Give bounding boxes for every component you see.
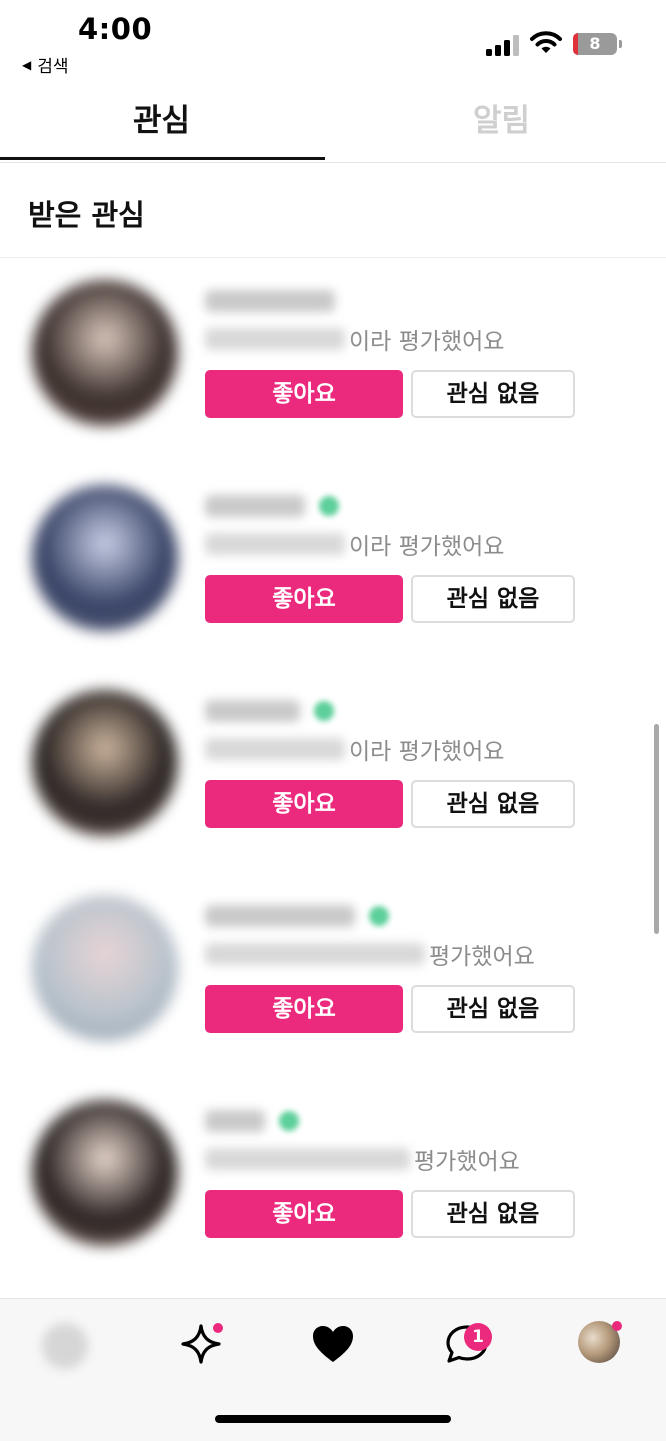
cellular-signal-icon bbox=[486, 34, 520, 56]
status-time: 4:00 bbox=[78, 12, 153, 46]
sparkle-nav-button[interactable] bbox=[176, 1319, 226, 1369]
back-label: 검색 bbox=[37, 57, 69, 77]
scrollbar[interactable] bbox=[654, 724, 659, 934]
blurred-text bbox=[205, 328, 345, 350]
avatar[interactable] bbox=[32, 690, 178, 836]
blurred-name bbox=[205, 905, 355, 927]
rating-line: 이라 평가했어요 bbox=[205, 322, 504, 356]
list-item[interactable]: 이라 평가했어요 좋아요 관심 없음 bbox=[0, 463, 666, 668]
rating-line: 평가했어요 bbox=[205, 937, 535, 971]
like-button[interactable]: 좋아요 bbox=[205, 1190, 403, 1238]
verified-badge-icon bbox=[314, 701, 334, 721]
blurred-name bbox=[205, 495, 305, 517]
notification-dot bbox=[213, 1323, 223, 1333]
status-bar: 4:00 ◀ 검색 8 bbox=[0, 0, 666, 82]
section-title: 받은 관심 bbox=[28, 198, 145, 232]
home-indicator bbox=[215, 1415, 451, 1423]
name-line bbox=[205, 903, 389, 929]
rating-text: 이라 평가했어요 bbox=[349, 534, 505, 560]
not-interested-button[interactable]: 관심 없음 bbox=[411, 1190, 575, 1238]
like-button[interactable]: 좋아요 bbox=[205, 985, 403, 1033]
rating-text: 평가했어요 bbox=[429, 944, 535, 970]
back-to-search-link[interactable]: ◀ 검색 bbox=[22, 52, 69, 77]
battery-icon: 8 bbox=[573, 33, 617, 55]
tab-bar: 관심 알림 bbox=[0, 82, 666, 163]
like-button[interactable]: 좋아요 bbox=[205, 780, 403, 828]
avatar[interactable] bbox=[32, 280, 178, 426]
heart-icon bbox=[313, 1326, 353, 1362]
tab-alerts[interactable]: 알림 bbox=[340, 82, 663, 160]
rating-text: 평가했어요 bbox=[414, 1149, 520, 1175]
name-line bbox=[205, 493, 339, 519]
rating-line: 이라 평가했어요 bbox=[205, 732, 504, 766]
triangle-left-icon: ◀ bbox=[22, 57, 32, 72]
rating-line: 평가했어요 bbox=[205, 1142, 520, 1176]
blurred-name bbox=[205, 1110, 265, 1132]
list-item[interactable]: 평가했어요 좋아요 관심 없음 bbox=[0, 1078, 666, 1283]
list-item[interactable]: 이라 평가했어요 좋아요 관심 없음 bbox=[0, 668, 666, 873]
active-tab-indicator bbox=[0, 157, 325, 160]
heart-nav-button[interactable] bbox=[308, 1319, 358, 1369]
blurred-text bbox=[205, 1148, 410, 1170]
like-button[interactable]: 좋아요 bbox=[205, 575, 403, 623]
home-icon[interactable] bbox=[40, 1319, 90, 1369]
name-line bbox=[205, 1108, 299, 1134]
battery-cap bbox=[619, 40, 622, 48]
avatar[interactable] bbox=[32, 1100, 178, 1246]
blurred-name bbox=[205, 290, 335, 312]
verified-badge-icon bbox=[279, 1111, 299, 1131]
verified-badge-icon bbox=[319, 496, 339, 516]
list-item[interactable]: 이라 평가했어요 좋아요 관심 없음 bbox=[0, 258, 666, 463]
not-interested-button[interactable]: 관심 없음 bbox=[411, 780, 575, 828]
chat-unread-badge: 1 bbox=[464, 1323, 492, 1351]
blurred-text bbox=[205, 533, 345, 555]
blurred-text bbox=[205, 738, 345, 760]
avatar[interactable] bbox=[32, 895, 178, 1041]
not-interested-button[interactable]: 관심 없음 bbox=[411, 370, 575, 418]
not-interested-button[interactable]: 관심 없음 bbox=[411, 985, 575, 1033]
rating-text: 이라 평가했어요 bbox=[349, 739, 505, 765]
rating-line: 이라 평가했어요 bbox=[205, 527, 504, 561]
blurred-name bbox=[205, 700, 300, 722]
verified-badge-icon bbox=[369, 906, 389, 926]
battery-level: 8 bbox=[589, 34, 601, 53]
like-button[interactable]: 좋아요 bbox=[205, 370, 403, 418]
rating-text: 이라 평가했어요 bbox=[349, 329, 505, 355]
profile-notification-dot bbox=[612, 1321, 622, 1331]
not-interested-button[interactable]: 관심 없음 bbox=[411, 575, 575, 623]
tab-interest[interactable]: 관심 bbox=[0, 82, 323, 160]
blurred-text bbox=[205, 943, 425, 965]
wifi-icon bbox=[530, 31, 562, 53]
list-item[interactable]: 평가했어요 좋아요 관심 없음 bbox=[0, 873, 666, 1078]
name-line bbox=[205, 698, 334, 724]
avatar[interactable] bbox=[32, 485, 178, 631]
name-line bbox=[205, 288, 335, 314]
bottom-nav: 1 bbox=[0, 1298, 666, 1441]
